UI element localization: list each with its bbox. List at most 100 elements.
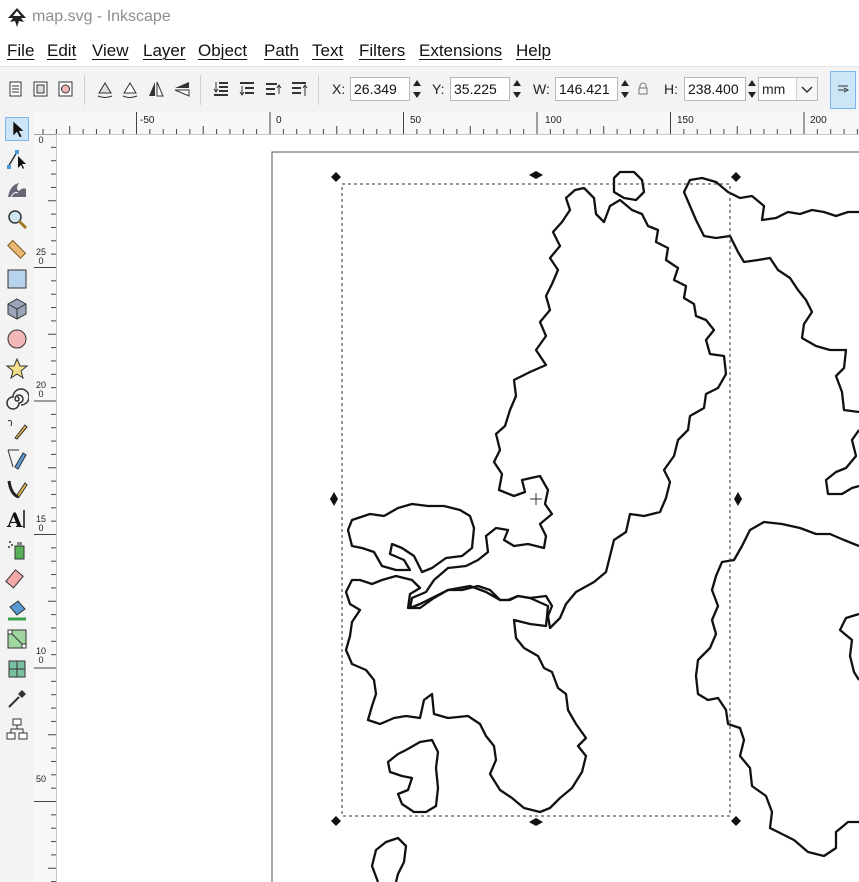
ruler-label: -50 <box>140 115 155 126</box>
menu-help[interactable]: Help <box>516 41 551 61</box>
ruler-label: 200 <box>36 380 47 399</box>
map-landmass[interactable] <box>824 429 859 496</box>
canvas-drawing <box>271 151 859 882</box>
horizontal-ruler[interactable]: -50 0 50 100 150 200 <box>34 112 859 135</box>
raise-to-top-icon[interactable] <box>289 79 309 99</box>
horizontal-ruler-ticks <box>42 112 858 134</box>
edge-handle-icon[interactable] <box>330 492 338 506</box>
ruler-label: 200 <box>810 115 827 126</box>
lower-icon[interactable] <box>237 79 257 99</box>
rectangle-tool-icon[interactable] <box>5 267 29 291</box>
ellipse-tool-icon[interactable] <box>5 327 29 351</box>
edge-handle-icon[interactable] <box>734 492 742 506</box>
h-input[interactable]: 238.400 <box>684 77 746 101</box>
text-tool-icon[interactable]: A <box>5 507 29 531</box>
star-tool-icon[interactable] <box>5 357 29 381</box>
menu-edit[interactable]: Edit <box>47 41 76 61</box>
y-label: Y: <box>432 81 445 97</box>
pen-tool-icon[interactable] <box>5 447 29 471</box>
flip-horizontal-icon[interactable] <box>146 79 166 99</box>
3d-box-tool-icon[interactable] <box>5 297 29 321</box>
transform-options-icon <box>838 85 850 93</box>
ruler-label: 150 <box>36 514 47 533</box>
x-input[interactable]: 26.349 <box>350 77 410 101</box>
tweak-tool-icon[interactable] <box>5 177 29 201</box>
calligraphy-tool-icon[interactable] <box>5 477 29 501</box>
tool-controls-bar: X: 26.349 Y: 35.225 W: 146.421 H: 238.40… <box>0 66 859 114</box>
selector-tool-icon[interactable] <box>5 117 29 141</box>
rotate-ccw-icon[interactable] <box>95 79 115 99</box>
toolbox: A <box>0 112 35 882</box>
node-tool-icon[interactable] <box>5 147 29 171</box>
edge-handle-icon[interactable] <box>529 171 543 179</box>
unit-select[interactable]: mm <box>758 77 818 101</box>
menu-text[interactable]: Text <box>312 41 343 61</box>
h-spinner-icon[interactable] <box>745 77 759 101</box>
ruler-label: 50 <box>36 774 47 784</box>
connector-tool-icon[interactable] <box>5 717 29 741</box>
x-spinner-icon[interactable] <box>410 77 424 101</box>
drawing-canvas[interactable] <box>57 135 859 882</box>
menu-path[interactable]: Path <box>264 41 299 61</box>
menu-file[interactable]: File <box>7 41 34 61</box>
spray-tool-icon[interactable] <box>5 537 29 561</box>
paint-bucket-tool-icon[interactable] <box>5 597 29 621</box>
window-title: map.svg - Inkscape <box>32 8 171 25</box>
map-landmass[interactable] <box>682 176 859 414</box>
eraser-tool-icon[interactable] <box>5 567 29 591</box>
select-all-icon[interactable] <box>6 79 26 99</box>
inkscape-logo-icon <box>8 8 26 27</box>
map-landmass[interactable] <box>694 520 859 858</box>
ruler-label: 250 <box>36 247 47 266</box>
map-landmass[interactable] <box>346 502 476 574</box>
svg-text:A: A <box>6 508 23 531</box>
corner-handle-icon[interactable] <box>331 816 341 826</box>
lock-ratio-icon[interactable] <box>636 81 650 97</box>
menu-object[interactable]: Object <box>198 41 247 61</box>
ruler-label: 100 <box>36 646 47 665</box>
w-input[interactable]: 146.421 <box>555 77 618 101</box>
ruler-label: 50 <box>410 115 422 126</box>
w-spinner-icon[interactable] <box>618 77 632 101</box>
select-all-layers-icon[interactable] <box>31 79 51 99</box>
mesh-tool-icon[interactable] <box>5 657 29 681</box>
edge-handle-icon[interactable] <box>529 818 543 826</box>
unit-value: mm <box>762 81 786 97</box>
menu-extensions[interactable]: Extensions <box>419 41 502 61</box>
ruler-label: 100 <box>545 115 562 126</box>
corner-handle-icon[interactable] <box>331 172 341 182</box>
rotate-cw-icon[interactable] <box>120 79 140 99</box>
vertical-ruler[interactable]: 0 250 200 150 100 50 <box>34 134 57 882</box>
map-landmass[interactable] <box>838 612 859 681</box>
toolbar-separator <box>318 75 319 105</box>
raise-icon[interactable] <box>263 79 283 99</box>
map-island[interactable] <box>386 738 440 814</box>
w-label: W: <box>533 81 550 97</box>
map-island[interactable] <box>612 170 646 202</box>
menu-bar: File Edit View Layer Object Path Text Fi… <box>0 36 859 66</box>
zoom-tool-icon[interactable] <box>5 207 29 231</box>
y-input[interactable]: 35.225 <box>450 77 510 101</box>
x-label: X: <box>332 81 346 97</box>
corner-handle-icon[interactable] <box>731 816 741 826</box>
flip-vertical-icon[interactable] <box>172 79 192 99</box>
lower-to-bottom-icon[interactable] <box>211 79 231 99</box>
map-landmass[interactable] <box>408 186 728 630</box>
pencil-tool-icon[interactable] <box>5 417 29 441</box>
spiral-tool-icon[interactable] <box>5 387 29 411</box>
transform-toggle-button[interactable] <box>830 71 856 109</box>
toolbar-separator <box>84 75 85 105</box>
gradient-tool-icon[interactable] <box>5 627 29 651</box>
invert-selection-icon[interactable] <box>56 79 76 99</box>
menu-layer[interactable]: Layer <box>143 41 186 61</box>
measure-tool-icon[interactable] <box>5 237 29 261</box>
ruler-label: 0 <box>38 135 44 145</box>
rotation-center-icon[interactable] <box>530 493 542 505</box>
dropper-tool-icon[interactable] <box>5 687 29 711</box>
menu-filters[interactable]: Filters <box>359 41 405 61</box>
menu-view[interactable]: View <box>92 41 129 61</box>
y-spinner-icon[interactable] <box>510 77 524 101</box>
corner-handle-icon[interactable] <box>731 172 741 182</box>
map-island[interactable] <box>370 836 408 882</box>
toolbar-separator <box>200 75 201 105</box>
